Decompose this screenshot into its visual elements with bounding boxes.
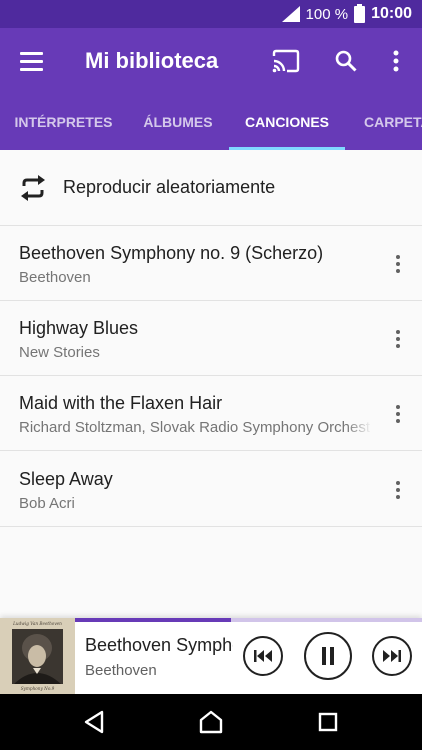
tab-interpretes[interactable]: INTÉRPRETES [0, 94, 127, 150]
tab-bar: INTÉRPRETES ÁLBUMES CANCIONES CARPETAS [0, 94, 422, 150]
album-art-caption: Ludwig Van Beethoven [12, 621, 62, 626]
now-playing-artist: Beethoven [85, 662, 157, 679]
skip-previous-icon[interactable] [243, 636, 283, 676]
text-fade [346, 416, 372, 438]
song-row[interactable]: Sleep Away Bob Acri [0, 452, 422, 527]
cast-icon[interactable] [270, 45, 302, 77]
search-icon[interactable] [330, 45, 362, 77]
more-vert-icon[interactable] [390, 400, 406, 428]
song-artist: Bob Acri [19, 495, 75, 512]
more-vert-icon[interactable] [390, 325, 406, 353]
nav-recents-icon[interactable] [308, 704, 348, 740]
skip-next-icon[interactable] [372, 636, 412, 676]
album-art-subtitle: Symphony No.9 [21, 686, 55, 691]
song-artist: New Stories [19, 344, 100, 361]
clock: 10:00 [371, 5, 412, 22]
battery-percent: 100 % [305, 5, 349, 23]
nav-home-icon[interactable] [191, 704, 231, 740]
album-art[interactable]: Ludwig Van Beethoven Symphony No.9 [0, 618, 75, 694]
shuffle-icon [21, 174, 45, 201]
playback-progress-fill [75, 618, 232, 622]
more-vert-icon[interactable] [380, 45, 412, 77]
song-title: Maid with the Flaxen Hair [19, 393, 223, 413]
now-playing-title: Beethoven Symphony no. 9 (Scherzo) [85, 635, 233, 655]
shuffle-label: Reproducir aleatoriamente [63, 177, 276, 197]
mini-player[interactable]: Ludwig Van Beethoven Symphony No.9 Beeth… [0, 618, 422, 694]
status-bar: 100 % 10:00 [0, 0, 422, 28]
song-artist: Richard Stoltzman, Slovak Radio Symphony… [19, 419, 371, 436]
playback-progress[interactable] [75, 618, 422, 622]
song-artist: Beethoven [19, 269, 91, 286]
tab-canciones[interactable]: CANCIONES [229, 94, 345, 150]
pause-icon[interactable] [304, 632, 352, 680]
menu-icon[interactable] [14, 45, 50, 77]
signal-icon [281, 6, 300, 22]
more-vert-icon[interactable] [390, 250, 406, 278]
app-bar: Mi biblioteca INTÉRPRETES ÁLBUMES CANCIO… [0, 28, 422, 150]
page-title: Mi biblioteca [85, 48, 219, 73]
song-title: Highway Blues [19, 318, 139, 338]
system-nav-bar [0, 694, 422, 750]
song-row[interactable]: Beethoven Symphony no. 9 (Scherzo) Beeth… [0, 226, 422, 301]
song-row[interactable]: Highway Blues New Stories [0, 301, 422, 376]
tab-carpetas[interactable]: CARPETAS [345, 94, 422, 150]
song-title: Sleep Away [19, 469, 113, 489]
status-icons: 100 % 10:00 [281, 0, 412, 28]
more-vert-icon[interactable] [390, 476, 406, 504]
battery-icon [354, 3, 366, 23]
tab-albumes[interactable]: ÁLBUMES [127, 94, 229, 150]
nav-back-icon[interactable] [74, 704, 114, 740]
shuffle-all-button[interactable]: Reproducir aleatoriamente [0, 150, 422, 226]
toolbar: Mi biblioteca [0, 28, 422, 94]
song-title: Beethoven Symphony no. 9 (Scherzo) [19, 243, 324, 263]
song-row[interactable]: Maid with the Flaxen Hair Richard Stoltz… [0, 376, 422, 451]
